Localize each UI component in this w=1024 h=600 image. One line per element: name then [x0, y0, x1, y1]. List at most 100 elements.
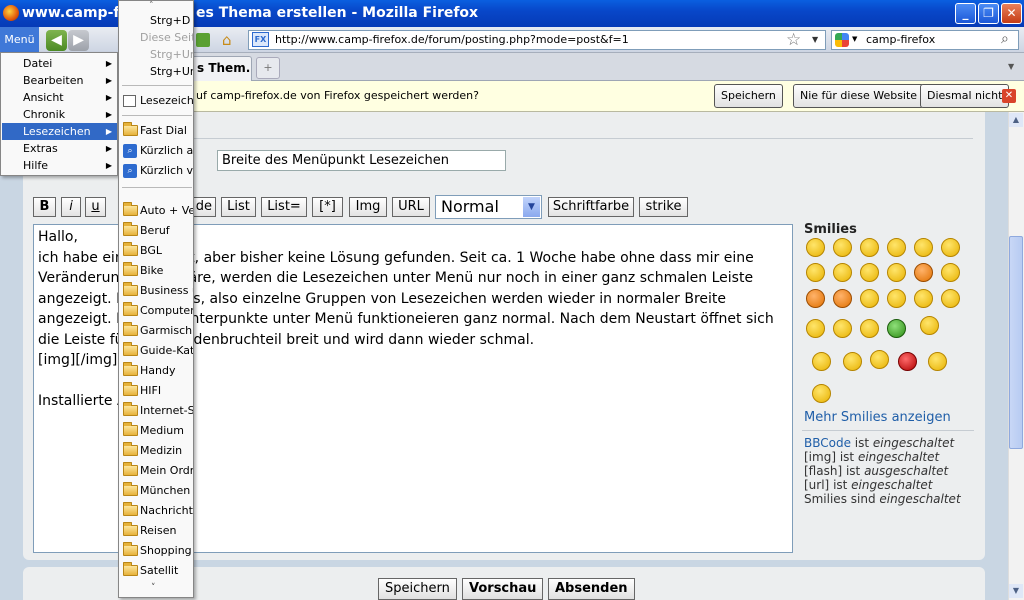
bookmark-folder[interactable]: Nachrichte: [120, 501, 193, 521]
bbcode-list-ordered-button[interactable]: List=: [261, 197, 307, 217]
tab-list-dropdown-icon[interactable]: ▼: [1008, 62, 1014, 71]
smiley-redface-icon[interactable]: [914, 263, 933, 282]
smiley-smile-icon[interactable]: [833, 238, 852, 257]
bookmark-sidebar-item[interactable]: Lesezeiche: [120, 91, 193, 111]
smiley-cool-icon[interactable]: [806, 263, 825, 282]
bbcode-list-button[interactable]: List: [221, 197, 256, 217]
menu-item-lesezeichen[interactable]: Lesezeichen ▶: [2, 123, 117, 140]
smiley-mad-icon[interactable]: [860, 263, 879, 282]
search-input[interactable]: camp-firefox: [831, 30, 1019, 50]
bookmark-folder[interactable]: Garmisch: [120, 321, 193, 341]
smiley-eek-icon[interactable]: [914, 238, 933, 257]
smiley-thumbs-icon[interactable]: [812, 352, 831, 371]
forward-button[interactable]: ▶: [68, 30, 89, 51]
bbcode-underline-button[interactable]: u: [85, 197, 106, 217]
preview-button[interactable]: Vorschau: [462, 578, 544, 600]
smiley-twisted-icon[interactable]: [833, 289, 852, 308]
smiley-mrgreen-icon[interactable]: [887, 319, 906, 338]
smiley-santa-2-icon[interactable]: [812, 384, 831, 403]
smiley-glasses-icon[interactable]: [843, 352, 862, 371]
smiley-surprised-icon[interactable]: [887, 238, 906, 257]
magnifier-icon[interactable]: ⌕: [1001, 31, 1009, 47]
more-smilies-link[interactable]: Mehr Smilies anzeigen: [804, 410, 951, 425]
google-icon[interactable]: [835, 33, 849, 47]
menu-item-chronik[interactable]: Chronik ▶: [2, 106, 117, 123]
bookmark-folder[interactable]: Internet-Se: [120, 401, 193, 421]
add-bookmark-icon[interactable]: [196, 33, 210, 47]
menu-scroll-up-icon[interactable]: ˄: [149, 1, 154, 11]
bookmark-folder[interactable]: Bike: [120, 261, 193, 281]
back-button[interactable]: ◀: [46, 30, 67, 51]
bookmark-folder[interactable]: Handy: [120, 361, 193, 381]
home-icon[interactable]: ⌂: [222, 31, 232, 49]
bookmark-folder[interactable]: Satellit: [120, 561, 193, 581]
arrow-icon[interactable]: [833, 319, 852, 338]
bbcode-img-button[interactable]: Img: [349, 197, 387, 217]
close-window-button[interactable]: ✕: [1001, 3, 1022, 24]
menu-item-hilfe[interactable]: Hilfe ▶: [2, 157, 117, 174]
smiley-rolleyes-icon[interactable]: [860, 289, 879, 308]
search-engine-dropdown-icon[interactable]: ▼: [852, 35, 857, 43]
bookmark-recent-tags[interactable]: ⌕ Kürzlich ve: [120, 161, 193, 181]
smiley-grin-icon[interactable]: [806, 238, 825, 257]
url-bar[interactable]: http://www.camp-firefox.de/forum/posting…: [248, 30, 826, 50]
notif-not-now-button[interactable]: Diesmal nicht: [920, 84, 1010, 108]
menu-button[interactable]: Menü: [0, 27, 39, 53]
smiley-sad-icon[interactable]: [860, 238, 879, 257]
scroll-up-icon[interactable]: ▲: [1009, 113, 1023, 127]
minimize-button[interactable]: _: [955, 3, 976, 24]
submit-button[interactable]: Absenden: [548, 578, 635, 600]
bbcode-link[interactable]: BBCode: [804, 436, 851, 450]
menu-item-extras[interactable]: Extras ▶: [2, 140, 117, 157]
smiley-neutral-icon[interactable]: [860, 319, 879, 338]
new-tab-button[interactable]: +: [256, 57, 280, 79]
smiley-cry-icon[interactable]: [941, 263, 960, 282]
bookmark-folder[interactable]: Business u: [120, 281, 193, 301]
smiley-santa-icon[interactable]: [928, 352, 947, 371]
notif-save-button[interactable]: Speichern: [714, 84, 783, 108]
smiley-lol-icon[interactable]: [833, 263, 852, 282]
smiley-puzzled-icon[interactable]: [870, 350, 889, 369]
notif-never-button[interactable]: Nie für diese Website: [793, 84, 925, 108]
bbcode-italic-button[interactable]: i: [61, 197, 81, 217]
bookmark-folder[interactable]: Shopping: [120, 541, 193, 561]
scroll-down-icon[interactable]: ▼: [1009, 584, 1023, 598]
smiley-confused-icon[interactable]: [941, 238, 960, 257]
tab-active[interactable]: s Them...: [192, 56, 252, 81]
bookmark-recently-bookmarked[interactable]: ⌕Kürzlich als: [120, 141, 193, 161]
smiley-think-icon[interactable]: [920, 316, 939, 335]
chevron-down-icon[interactable]: ▼: [523, 197, 540, 217]
bbcode-list-item-button[interactable]: [*]: [312, 197, 343, 217]
bookmark-folder[interactable]: Auto + Ver: [120, 201, 193, 221]
bookmark-folder[interactable]: Medizin: [120, 441, 193, 461]
bookmark-folder[interactable]: Beruf: [120, 221, 193, 241]
menu-item-ansicht[interactable]: Ansicht ▶: [2, 89, 117, 106]
menu-item-bearbeiten[interactable]: Bearbeiten ▶: [2, 72, 117, 89]
url-dropdown-icon[interactable]: ▼: [812, 35, 818, 44]
scrollbar-thumb[interactable]: [1009, 236, 1023, 449]
bookmark-folder[interactable]: Computer: [120, 301, 193, 321]
bookmark-folder[interactable]: BGL: [120, 241, 193, 261]
smiley-razz-icon[interactable]: [887, 263, 906, 282]
menu-scroll-down-icon[interactable]: ˅: [151, 583, 156, 593]
bookmark-folder[interactable]: HIFI: [120, 381, 193, 401]
smiley-red-icon[interactable]: [898, 352, 917, 371]
notification-close-icon[interactable]: ✕: [1002, 89, 1016, 103]
subject-input[interactable]: Breite des Menüpunkt Lesezeichen: [217, 150, 506, 171]
bbcode-strike-button[interactable]: strike: [639, 197, 688, 217]
bookmark-folder[interactable]: Guide-Kate: [120, 341, 193, 361]
bookmark-folder[interactable]: Reisen: [120, 521, 193, 541]
exclamation-icon[interactable]: [914, 289, 933, 308]
bookmark-manage[interactable]: Strg+Um: [120, 62, 193, 82]
question-icon[interactable]: [941, 289, 960, 308]
firefox-icon[interactable]: [3, 5, 19, 21]
bookmark-folder[interactable]: Medium: [120, 421, 193, 441]
menu-item-datei[interactable]: Datei ▶: [2, 55, 117, 72]
idea-icon[interactable]: [806, 319, 825, 338]
bookmark-folder[interactable]: München: [120, 481, 193, 501]
smiley-evil-icon[interactable]: [806, 289, 825, 308]
bbcode-color-button[interactable]: Schriftfarbe: [548, 197, 634, 217]
smiley-wink-icon[interactable]: [887, 289, 906, 308]
bbcode-url-button[interactable]: URL: [392, 197, 430, 217]
bookmark-folder[interactable]: Mein Ordne: [120, 461, 193, 481]
